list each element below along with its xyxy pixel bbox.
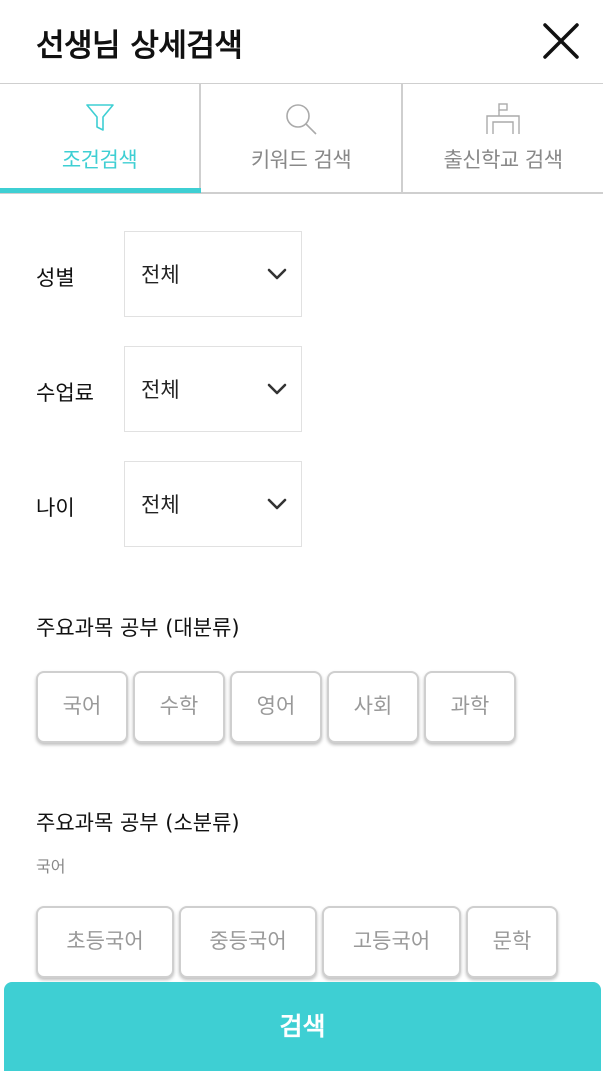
gender-select[interactable]: 전체 xyxy=(124,231,302,317)
tab-condition-search[interactable]: 조건검색 xyxy=(0,84,201,193)
page-title: 선생님 상세검색 xyxy=(36,28,243,64)
chevron-down-icon xyxy=(267,383,287,395)
tab-label: 키워드 검색 xyxy=(250,148,352,172)
subject-chip-literature[interactable]: 문학 xyxy=(466,906,558,978)
search-tabs: 조건검색 키워드 검색 출신학교 검색 xyxy=(0,84,603,194)
fee-label: 수업료 xyxy=(36,381,94,405)
subject-chip-high-korean[interactable]: 고등국어 xyxy=(322,906,461,978)
header: 선생님 상세검색 xyxy=(0,0,603,84)
search-button[interactable]: 검색 xyxy=(4,982,601,1071)
subject-chip-middle-korean[interactable]: 중등국어 xyxy=(179,906,317,978)
chevron-down-icon xyxy=(267,268,287,280)
filter-icon xyxy=(85,104,114,131)
minor-subjects-category: 국어 xyxy=(36,857,66,876)
age-value: 전체 xyxy=(141,493,180,517)
tab-keyword-search[interactable]: 키워드 검색 xyxy=(201,84,403,192)
age-label: 나이 xyxy=(36,496,75,520)
age-select[interactable]: 전체 xyxy=(124,461,302,547)
gender-label: 성별 xyxy=(36,266,75,290)
search-icon xyxy=(286,104,317,135)
subject-chip-english[interactable]: 영어 xyxy=(230,671,322,743)
tab-label: 조건검색 xyxy=(61,148,138,172)
subject-chip-korean[interactable]: 국어 xyxy=(36,671,128,743)
subject-chip-elementary-korean[interactable]: 초등국어 xyxy=(36,906,174,978)
close-icon[interactable] xyxy=(540,20,582,62)
subject-chip-science[interactable]: 과학 xyxy=(424,671,516,743)
fee-select[interactable]: 전체 xyxy=(124,346,302,432)
subject-chip-math[interactable]: 수학 xyxy=(133,671,225,743)
fee-value: 전체 xyxy=(141,378,180,402)
chevron-down-icon xyxy=(267,498,287,510)
subject-chip-social[interactable]: 사회 xyxy=(327,671,419,743)
major-subjects-title: 주요과목 공부 (대분류) xyxy=(36,616,240,640)
tab-label: 출신학교 검색 xyxy=(443,148,563,172)
school-icon xyxy=(486,103,520,134)
minor-subjects-title: 주요과목 공부 (소분류) xyxy=(36,811,240,835)
active-tab-indicator xyxy=(0,188,201,193)
tab-school-search[interactable]: 출신학교 검색 xyxy=(403,84,603,192)
gender-value: 전체 xyxy=(141,263,180,287)
